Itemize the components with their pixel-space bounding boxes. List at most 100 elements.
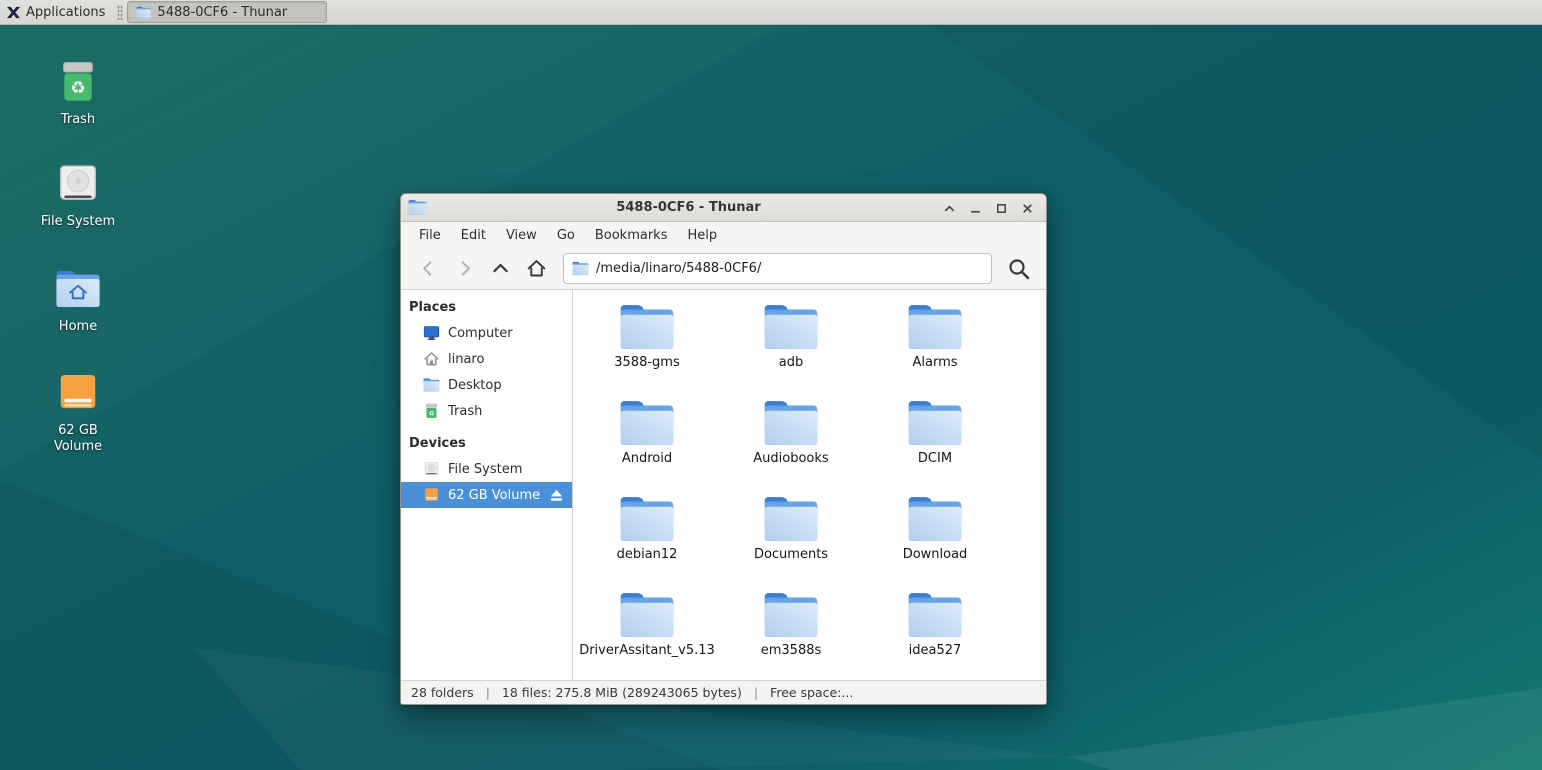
home-icon [526,258,547,279]
applications-label: Applications [26,5,105,20]
folder-name: DCIM [918,451,952,467]
sidebar-item-file-system[interactable]: File System [401,456,572,482]
sidebar-item-linaro[interactable]: linaro [401,346,572,372]
status-separator: | [754,685,758,700]
folder-icon [619,592,675,638]
trash-icon [423,403,440,419]
close-button[interactable] [1014,197,1040,219]
trash-icon [55,60,101,104]
xfce-logo-icon [6,5,21,20]
up-button[interactable] [485,254,515,284]
status-free-space: Free space:... [770,685,853,700]
panel-grip[interactable] [117,5,123,20]
folder-item-download[interactable]: Download [863,488,1007,584]
shade-button[interactable] [936,197,962,219]
eject-button[interactable] [549,489,564,502]
sidebar-item-label: Trash [448,404,482,419]
computer-icon [423,325,440,341]
menu-bookmarks[interactable]: Bookmarks [585,225,678,246]
folder-item-driverassitant[interactable]: DriverAssitant_v5.13 [575,584,719,680]
file-grid: 3588-gms adb Alarms Android Audiobooks D… [573,290,1046,680]
desktop-icon-trash[interactable]: Trash [36,60,120,128]
folder-item-alarms[interactable]: Alarms [863,296,1007,392]
folder-name: Audiobooks [753,451,828,467]
thunar-window: 5488-0CF6 - Thunar File Edit View Go Boo… [400,193,1047,705]
folder-icon [423,377,440,393]
status-folders: 28 folders [411,685,474,700]
sidebar-item-label: File System [448,462,522,477]
eject-icon [549,489,564,502]
menu-help[interactable]: Help [677,225,727,246]
desktop-icon-label: Trash [61,112,95,128]
folder-name: adb [779,355,803,371]
folder-item-dcim[interactable]: DCIM [863,392,1007,488]
top-panel: Applications 5488-0CF6 - Thunar [0,0,1542,25]
folder-icon [572,261,589,276]
window-controls [936,194,1040,222]
folder-item-audiobooks[interactable]: Audiobooks [719,392,863,488]
location-input[interactable] [596,261,983,276]
folder-icon [907,496,963,542]
devices-header: Devices [401,432,572,456]
window-content: Places Computer linaro Desktop Trash Dev… [401,290,1046,680]
home-folder-icon [55,267,101,311]
folder-item-android[interactable]: Android [575,392,719,488]
folder-icon [619,304,675,350]
folder-icon [907,304,963,350]
menu-edit[interactable]: Edit [451,225,496,246]
sidebar-item-desktop[interactable]: Desktop [401,372,572,398]
folder-item-documents[interactable]: Documents [719,488,863,584]
applications-menu-button[interactable]: Applications [0,0,113,25]
folder-icon [619,496,675,542]
maximize-button[interactable] [988,197,1014,219]
toolbar [401,248,1046,290]
folder-icon [907,592,963,638]
desktop-icon-home[interactable]: Home [36,267,120,335]
folder-icon [763,592,819,638]
folder-item-adb[interactable]: adb [719,296,863,392]
back-button[interactable] [413,254,443,284]
chevron-right-icon [454,258,475,279]
menu-file[interactable]: File [409,225,451,246]
places-header: Places [401,296,572,320]
folder-item-idea527[interactable]: idea527 [863,584,1007,680]
minimize-button[interactable] [962,197,988,219]
location-bar[interactable] [563,253,992,284]
folder-icon [763,304,819,350]
taskbar-button-label: 5488-0CF6 - Thunar [157,5,287,20]
folder-name: DriverAssitant_v5.13 [579,643,715,659]
status-files: 18 files: 275.8 MiB (289243065 bytes) [502,685,742,700]
sidebar-item-computer[interactable]: Computer [401,320,572,346]
search-button[interactable] [1002,253,1036,285]
folder-item-debian12[interactable]: debian12 [575,488,719,584]
desktop-icon-label: File System [41,214,115,230]
folder-name: Android [622,451,672,467]
menubar: File Edit View Go Bookmarks Help [401,222,1046,248]
home-outline-icon [423,351,440,367]
sidebar-item-volume-selected[interactable]: 62 GB Volume [401,482,572,508]
desktop-icon-label: Home [59,319,97,335]
search-icon [1007,257,1031,281]
desktop-icon-volume[interactable]: 62 GB Volume [36,371,120,456]
forward-button[interactable] [449,254,479,284]
usb-volume-icon [55,371,101,415]
statusbar: 28 folders | 18 files: 275.8 MiB (289243… [401,680,1046,704]
sidebar-item-label: 62 GB Volume [448,488,540,503]
titlebar[interactable]: 5488-0CF6 - Thunar [401,194,1046,222]
folder-item-em3588s[interactable]: em3588s [719,584,863,680]
folder-name: Alarms [912,355,957,371]
folder-item-3588-gms[interactable]: 3588-gms [575,296,719,392]
menu-go[interactable]: Go [547,225,585,246]
desktop-icon-file-system[interactable]: File System [36,162,120,230]
folder-name: debian12 [617,547,678,563]
hard-drive-icon [423,461,440,477]
status-separator: | [486,685,490,700]
sidebar-item-trash[interactable]: Trash [401,398,572,424]
home-button[interactable] [521,254,551,284]
folder-icon [763,400,819,446]
menu-view[interactable]: View [496,225,547,246]
folder-name: Download [903,547,968,563]
folder-name: idea527 [909,643,962,659]
taskbar-button-thunar[interactable]: 5488-0CF6 - Thunar [127,1,327,23]
window-folder-icon [408,199,427,216]
